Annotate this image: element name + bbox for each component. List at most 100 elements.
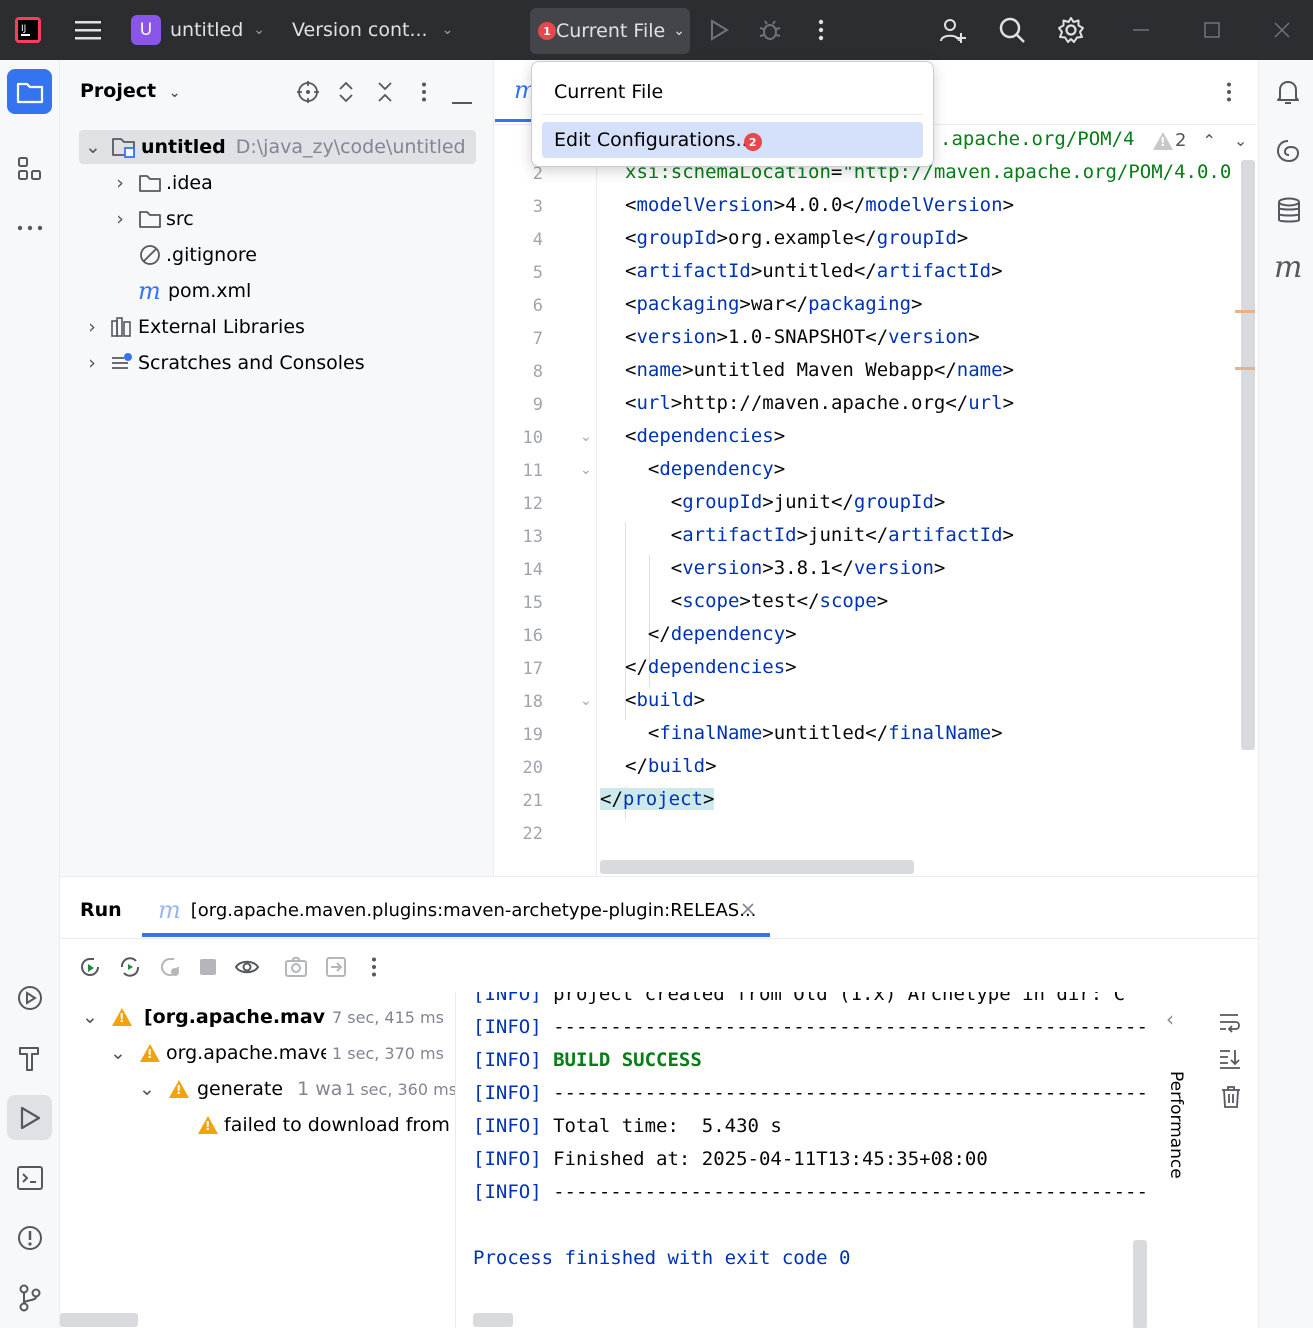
run-tree-row[interactable]: failed to download from re (198, 1108, 455, 1142)
fold-marker-icon[interactable]: ⌄ (580, 462, 592, 478)
popup-divider (542, 114, 923, 115)
fold-marker-icon[interactable]: ⌄ (580, 693, 592, 709)
console-line: [INFO] BUILD SUCCESS (473, 1049, 702, 1071)
horizontal-scrollbar[interactable] (600, 860, 914, 874)
run-config-selector[interactable]: 1 Current File ⌄ (530, 8, 690, 54)
vertical-scrollbar[interactable] (1241, 160, 1255, 750)
chevron-down-icon[interactable]: ⌄ (108, 1042, 128, 1064)
horizontal-scrollbar[interactable] (60, 1313, 138, 1327)
settings-gear-icon[interactable] (1055, 14, 1087, 46)
popup-item-edit-configurations[interactable]: Edit Configurations... 2 (542, 122, 923, 158)
chevron-right-icon[interactable]: › (110, 208, 130, 230)
more-vertical-icon[interactable] (421, 82, 427, 106)
maximize-icon[interactable] (1196, 14, 1228, 46)
project-selector[interactable]: U untitled ⌄ (131, 14, 265, 46)
project-tool-button[interactable] (7, 69, 52, 114)
run-tree-row[interactable]: ⌄ [org.apache.maven.p 7 sec, 415 ms (80, 1000, 444, 1034)
run-panel-title[interactable]: Run (80, 899, 122, 921)
line-number: 10 (522, 428, 543, 448)
run-tree-row[interactable]: ⌄ org.apache.maven: 1 sec, 370 ms (108, 1036, 444, 1070)
camera-icon[interactable] (284, 955, 308, 983)
search-icon[interactable] (996, 14, 1028, 46)
more-tools-button[interactable] (7, 205, 52, 250)
structure-tool-button[interactable] (7, 146, 52, 191)
stop-icon[interactable] (198, 957, 218, 981)
view-eye-icon[interactable] (234, 955, 262, 983)
services-tool-button[interactable] (7, 975, 52, 1020)
run-icon[interactable] (703, 14, 735, 46)
soft-wrap-icon[interactable] (1218, 1011, 1242, 1037)
info-tag: [INFO] (473, 992, 542, 1005)
code-tag: packaging (808, 293, 912, 315)
close-tab-icon[interactable] (740, 901, 756, 921)
git-tool-button[interactable] (7, 1275, 52, 1320)
more-vertical-icon[interactable] (1226, 82, 1232, 106)
database-icon[interactable] (1277, 197, 1301, 229)
editor-tab[interactable]: m (495, 60, 537, 122)
tree-row-untitled[interactable]: ⌄ untitled D:\java_zy\code\untitled (79, 130, 476, 164)
collapse-all-icon[interactable] (375, 80, 395, 108)
code-text: 3.8.1 (773, 557, 831, 579)
chevron-down-icon[interactable]: ⌄ (83, 136, 103, 158)
popup-item-label: Current File (554, 81, 664, 103)
notifications-bell-icon[interactable] (1275, 78, 1301, 110)
more-vertical-icon[interactable] (371, 957, 377, 981)
performance-side-label[interactable]: Performance (1166, 1071, 1186, 1179)
close-window-icon[interactable] (1266, 14, 1298, 46)
rerun-failed-icon[interactable] (118, 955, 142, 983)
chevron-down-icon[interactable]: ⌄ (137, 1078, 157, 1100)
tree-row-pom[interactable]: m pom.xml (138, 274, 251, 308)
tree-row-src[interactable]: › src (110, 202, 194, 236)
build-tool-button[interactable] (7, 1035, 52, 1080)
console-text: ----------------------------------------… (553, 1016, 1150, 1038)
tree-row-gitignore[interactable]: .gitignore (138, 238, 257, 272)
more-vertical-icon[interactable] (805, 14, 837, 46)
problems-tool-button[interactable] (7, 1215, 52, 1260)
code-editor[interactable]: m .apache.org/POM/4 2 ⌃ ⌄ 2 3 4 5 6 7 8 9 10 11 12… (495, 60, 1257, 876)
run-tab[interactable]: m [org.apache.maven.plugins:maven-archet… (142, 887, 770, 937)
chevron-right-icon[interactable]: › (82, 352, 102, 374)
run-tool-button[interactable] (7, 1095, 52, 1140)
vertical-scrollbar[interactable] (1133, 1240, 1147, 1328)
chevron-right-icon[interactable]: › (110, 172, 130, 194)
locate-icon[interactable] (296, 80, 320, 108)
run-tree-row[interactable]: ⌄ generate 1 war 1 sec, 360 ms (137, 1072, 455, 1106)
intellij-logo-icon[interactable]: IJ (12, 14, 44, 46)
chevron-right-icon[interactable]: › (82, 316, 102, 338)
horizontal-scrollbar[interactable] (473, 1313, 513, 1327)
popup-item-current-file[interactable]: Current File (542, 74, 923, 110)
tree-row-scratches[interactable]: › Scratches and Consoles (82, 346, 364, 380)
chevron-left-icon[interactable]: ‹ (1166, 1007, 1174, 1031)
code-tag: version (853, 557, 934, 579)
fold-marker-icon[interactable]: ⌄ (580, 429, 592, 445)
warnings-indicator[interactable]: 2 ⌃ ⌄ (1153, 130, 1247, 151)
export-icon[interactable] (324, 955, 348, 983)
code-tag: artifactId (682, 524, 797, 546)
terminal-tool-button[interactable] (7, 1155, 52, 1200)
code-line-18: <build> (625, 689, 706, 711)
chevron-down-icon[interactable]: ⌄ (80, 1006, 100, 1028)
tree-row-external-libraries[interactable]: › External Libraries (82, 310, 305, 344)
main-menu-icon[interactable] (72, 14, 104, 46)
run-toolbar-divider (60, 938, 1258, 939)
maven-tool-icon[interactable]: m (1274, 250, 1302, 285)
vcs-label: Version cont... (292, 19, 428, 41)
minimize-icon[interactable] (1125, 14, 1157, 46)
trash-icon[interactable] (1220, 1085, 1242, 1113)
hide-panel-icon[interactable] (452, 90, 472, 109)
restart-icon[interactable] (158, 955, 182, 983)
scroll-to-end-icon[interactable] (1218, 1047, 1242, 1073)
project-panel-title[interactable]: Project ⌄ (80, 80, 180, 102)
chevron-up-icon[interactable]: ⌃ (1202, 131, 1215, 150)
add-user-icon[interactable] (937, 14, 969, 46)
line-number: 17 (522, 659, 543, 679)
chevron-down-icon[interactable]: ⌄ (1234, 131, 1247, 150)
ai-assistant-icon[interactable] (1275, 138, 1301, 168)
tree-row-idea[interactable]: › .idea (110, 166, 213, 200)
console-output[interactable]: [INFO] project created from Old (1.x) Ar… (457, 992, 1150, 1328)
vcs-selector[interactable]: Version cont... ⌄ (292, 14, 453, 46)
code-tag: dependencies (647, 656, 786, 678)
expand-all-icon[interactable] (336, 80, 356, 108)
debug-icon[interactable] (754, 14, 786, 46)
rerun-icon[interactable] (78, 955, 102, 983)
